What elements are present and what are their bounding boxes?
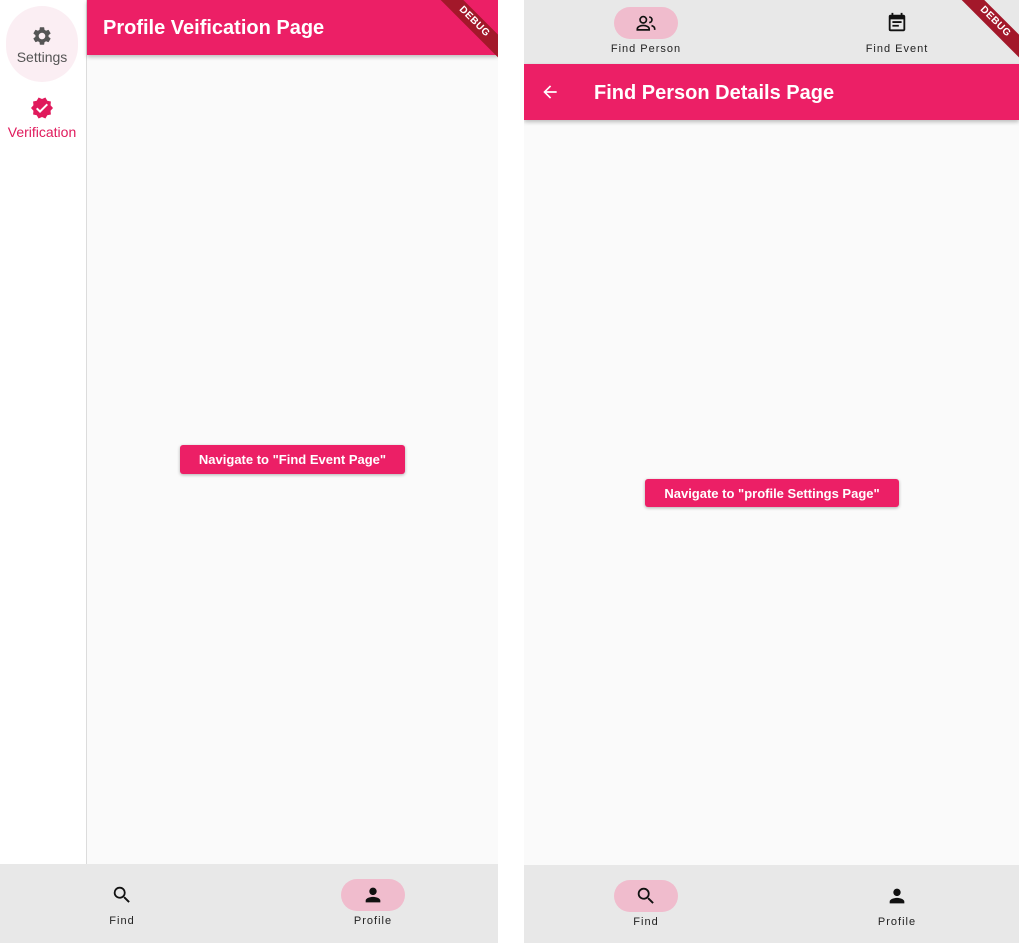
nav-find[interactable]: Find	[62, 879, 182, 927]
people-icon	[636, 15, 656, 31]
navigation-rail: Settings Verification	[0, 0, 87, 864]
search-icon	[113, 886, 130, 903]
nav-find[interactable]: Find	[586, 880, 706, 928]
page-title: Profile Veification Page	[103, 17, 325, 39]
nav-profile-label: Profile	[877, 916, 917, 928]
page-title: Find Person Details Page	[594, 82, 835, 104]
nav-find-indicator	[614, 880, 678, 912]
back-arrow-icon[interactable]	[540, 82, 560, 102]
person-icon	[889, 888, 905, 904]
nav-find-indicator	[90, 879, 154, 911]
nav-find-person-indicator	[614, 7, 678, 39]
nav-find-event-indicator	[865, 7, 929, 39]
nav-find-label: Find	[633, 916, 659, 928]
nav-profile-indicator	[341, 879, 405, 911]
debug-banner: DEBUG	[949, 0, 1019, 70]
nav-find-person-label: Find Person	[610, 43, 682, 55]
event-note-icon	[888, 12, 906, 32]
nav-profile-indicator	[865, 880, 929, 912]
nav-find-person[interactable]: Find Person	[586, 7, 706, 55]
find-person-details-screen: Find Person Find Event DEBUG Find Person…	[524, 0, 1019, 943]
bottom-navigation-bar: Find Profile	[0, 864, 498, 943]
bottom-navigation-bar: Find Profile	[524, 865, 1019, 943]
nav-profile[interactable]: Profile	[837, 880, 957, 928]
top-navigation-bar: Find Person Find Event	[524, 0, 1019, 64]
debug-label: DEBUG	[432, 0, 498, 64]
debug-banner: DEBUG	[428, 0, 498, 70]
navigate-find-event-button[interactable]: Navigate to "Find Event Page"	[180, 445, 405, 474]
rail-item-settings[interactable]: Settings	[0, 0, 84, 86]
rail-settings-label: Settings	[16, 49, 68, 65]
rail-item-verification[interactable]: Verification	[0, 96, 84, 146]
nav-profile-label: Profile	[353, 915, 393, 927]
rail-verification-label: Verification	[7, 124, 77, 140]
person-icon	[365, 887, 381, 903]
nav-find-label: Find	[109, 915, 135, 927]
gear-icon	[33, 27, 51, 45]
app-bar: Find Person Details Page	[524, 64, 1019, 120]
nav-find-event-label: Find Event	[865, 43, 929, 55]
verified-badge-icon	[31, 97, 53, 119]
nav-profile[interactable]: Profile	[313, 879, 433, 927]
search-icon	[637, 887, 654, 904]
nav-find-event[interactable]: Find Event	[837, 7, 957, 55]
navigate-profile-settings-button[interactable]: Navigate to "profile Settings Page"	[645, 479, 899, 507]
profile-verification-screen: Settings Verification Profile Veificatio…	[0, 0, 498, 943]
debug-label: DEBUG	[953, 0, 1019, 64]
